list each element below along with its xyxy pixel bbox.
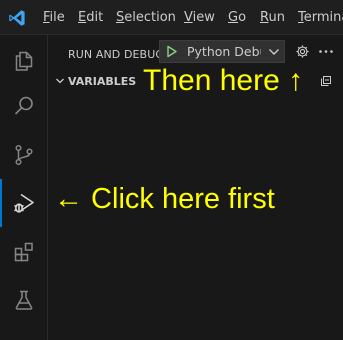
more-actions-ellipsis-icon[interactable]	[318, 44, 334, 59]
menu-run[interactable]: Run	[260, 10, 285, 25]
testing-flask-icon	[15, 290, 33, 310]
run-and-debug-icon	[14, 193, 34, 213]
panel-title: RUN AND DEBUG	[68, 48, 164, 61]
start-debugging-play-icon[interactable]	[165, 45, 178, 58]
vscode-logo-icon	[9, 10, 25, 26]
chevron-down-icon	[56, 78, 64, 84]
debug-configuration-label: Python Debugger	[187, 44, 261, 59]
variables-section-title: VARIABLES	[68, 74, 137, 88]
annotation-click-here-first: ← Click here first	[54, 183, 275, 215]
activity-extensions[interactable]	[0, 228, 48, 276]
title-bar: File Edit Selection View Go Run Termina	[0, 0, 343, 35]
gear-icon[interactable]	[295, 44, 310, 59]
menu-view[interactable]: View	[184, 10, 215, 25]
chevron-down-icon	[269, 49, 279, 55]
menu-go[interactable]: Go	[228, 10, 246, 25]
activity-bar	[0, 35, 48, 340]
activity-source-control[interactable]	[0, 131, 48, 179]
extensions-icon	[14, 242, 33, 262]
menu-edit[interactable]: Edit	[78, 10, 103, 25]
activity-testing[interactable]	[0, 276, 48, 324]
vscode-window: File Edit Selection View Go Run Termina	[0, 0, 343, 340]
activity-explorer[interactable]	[0, 37, 48, 85]
menu-selection[interactable]: Selection	[116, 10, 176, 25]
menu-file[interactable]: File	[43, 10, 65, 25]
activity-search[interactable]	[0, 82, 48, 130]
search-icon	[14, 96, 33, 115]
variables-section-header[interactable]: VARIABLES	[54, 74, 136, 88]
explorer-files-icon	[15, 51, 33, 71]
annotation-then-here: Then here ↑	[143, 64, 304, 97]
menu-terminal[interactable]: Termina	[298, 10, 343, 25]
debug-configuration-select[interactable]: Python Debugger	[159, 40, 285, 63]
activity-run-and-debug[interactable]	[0, 179, 48, 227]
source-control-icon	[15, 144, 33, 166]
collapse-all-icon[interactable]	[320, 75, 332, 87]
